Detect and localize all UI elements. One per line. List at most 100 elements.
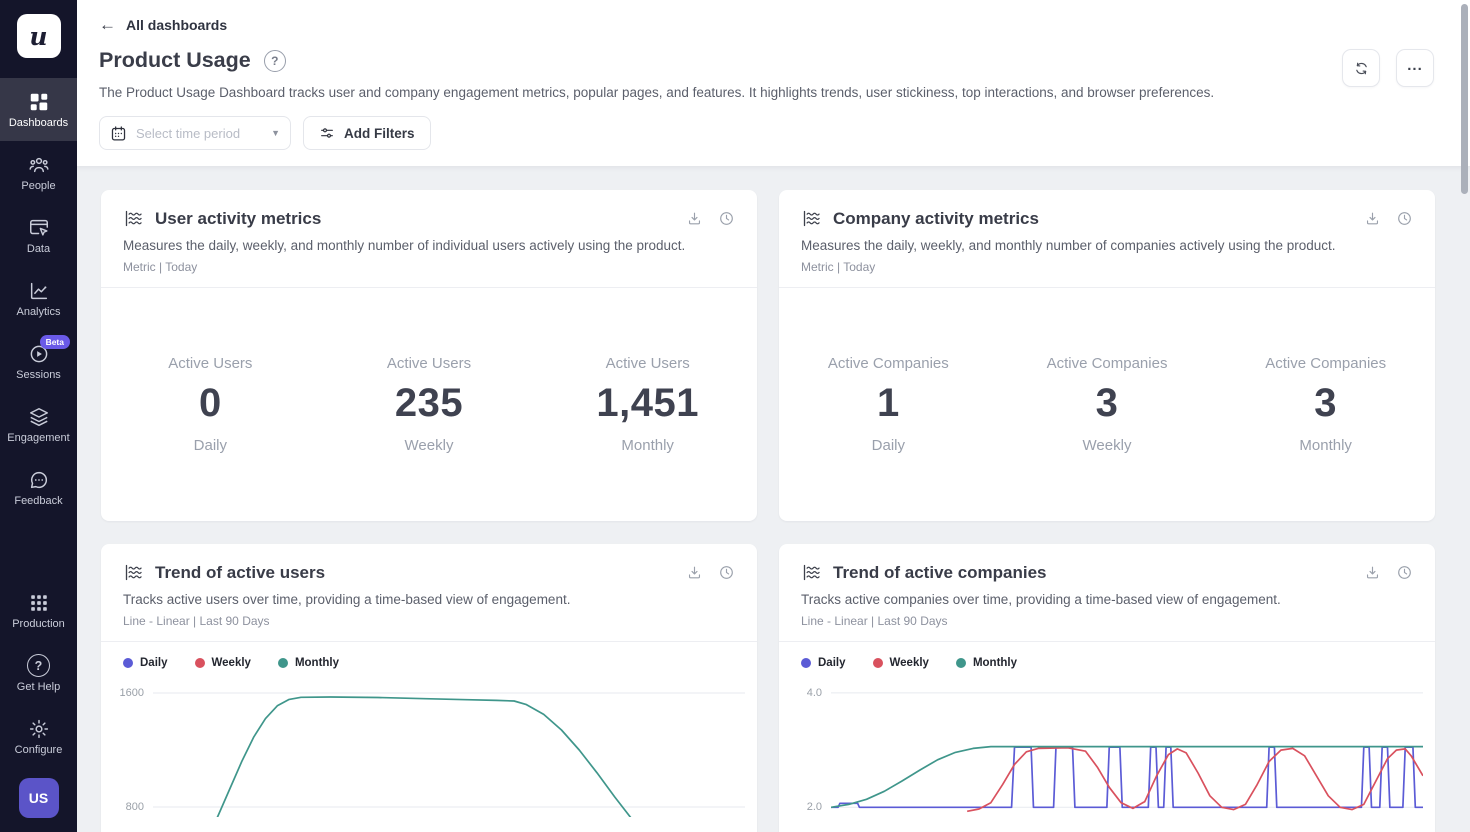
sidebar-item-configure[interactable]: Configure [0,705,77,768]
card-user-activity-metrics: User activity metrics Measures the daily… [101,190,757,521]
clock-icon[interactable] [1396,210,1413,227]
metric-value: 235 [320,381,539,426]
sidebar-item-label: Feedback [14,496,62,507]
sidebar-item-label: Engagement [7,433,69,444]
sidebar-item-label: People [21,181,55,192]
legend-item-weekly[interactable]: Weekly [195,657,251,669]
chart-plot-area[interactable] [153,682,745,817]
sidebar-item-data[interactable]: Data [0,204,77,267]
user-avatar[interactable]: US [19,778,59,818]
sidebar-item-feedback[interactable]: Feedback [0,456,77,519]
back-link[interactable]: ← All dashboards [99,16,227,33]
grid-dots-icon [28,591,50,614]
sidebar-item-label: Get Help [17,682,60,693]
card-title: Company activity metrics [833,209,1353,229]
chart-plot-area[interactable] [831,682,1423,817]
dashboard-grid-icon [28,90,50,113]
card-meta: Metric | Today [801,260,1413,274]
refresh-button[interactable] [1342,49,1380,87]
card-description: Measures the daily, weekly, and monthly … [801,238,1413,253]
clock-icon[interactable] [718,564,735,581]
metric-period: Daily [779,437,998,454]
legend-dot [801,658,811,668]
clock-icon[interactable] [1396,564,1413,581]
card-meta: Line - Linear | Last 90 Days [801,614,1413,628]
card-title: Trend of active companies [833,563,1353,583]
card-trend-active-companies: Trend of active companies Tracks active … [779,544,1435,832]
y-axis-label: 2.0 [807,801,822,813]
sidebar-item-dashboards[interactable]: Dashboards [0,78,77,141]
layers-icon [28,405,50,428]
metric-period: Weekly [998,437,1217,454]
legend-label: Monthly [295,657,339,669]
sidebar-item-sessions[interactable]: Beta Sessions [0,330,77,393]
legend-label: Weekly [212,657,251,669]
y-axis-label: 4.0 [807,687,822,699]
sidebar-item-production[interactable]: Production [0,579,77,642]
card-title: Trend of active users [155,563,675,583]
download-icon[interactable] [1364,564,1381,581]
userpilot-logo[interactable]: u [17,14,61,58]
metric-period: Monthly [538,437,757,454]
sidebar-item-get-help[interactable]: ? Get Help [0,642,77,705]
metric-weekly-active-users: Active Users 235 Weekly [320,355,539,454]
main-area: ← All dashboards Product Usage ? ... The… [77,0,1470,832]
metric-monthly-active-users: Active Users 1,451 Monthly [538,355,757,454]
legend-item-daily[interactable]: Daily [801,657,846,669]
card-meta: Metric | Today [123,260,735,274]
widget-chart-icon [123,208,144,229]
card-trend-active-users: Trend of active users Tracks active user… [101,544,757,832]
y-axis: 1600800 [101,682,153,817]
legend-label: Weekly [890,657,929,669]
legend-item-monthly[interactable]: Monthly [956,657,1017,669]
add-filters-button[interactable]: Add Filters [303,116,431,150]
metric-label: Active Companies [998,355,1217,372]
metric-period: Monthly [1216,437,1435,454]
logo-letter: u [29,24,47,49]
sidebar-item-people[interactable]: People [0,141,77,204]
more-options-button[interactable]: ... [1396,49,1434,87]
card-company-activity-metrics: Company activity metrics Measures the da… [779,190,1435,521]
card-meta: Line - Linear | Last 90 Days [123,614,735,628]
card-title: User activity metrics [155,209,675,229]
sidebar-item-label: Data [27,244,50,255]
vertical-scrollbar-thumb[interactable] [1461,4,1468,194]
chevron-down-icon: ▼ [271,128,280,138]
legend-item-monthly[interactable]: Monthly [278,657,339,669]
sidebar-item-engagement[interactable]: Engagement [0,393,77,456]
legend-dot [195,658,205,668]
download-icon[interactable] [1364,210,1381,227]
filter-sliders-icon [319,125,335,141]
metric-label: Active Companies [779,355,998,372]
metric-value: 0 [101,381,320,426]
refresh-icon [1353,60,1370,77]
legend-item-weekly[interactable]: Weekly [873,657,929,669]
chart-legend: Daily Weekly Monthly [101,642,757,678]
add-filters-label: Add Filters [344,126,415,141]
widget-chart-icon [123,562,144,583]
y-axis: 4.0 2.0 [779,682,831,817]
analytics-chart-icon [28,279,50,302]
metric-period: Weekly [320,437,539,454]
metric-value: 1 [779,381,998,426]
y-axis-label: 1600 [120,687,144,699]
dashboard-grid: User activity metrics Measures the daily… [77,166,1470,832]
clock-icon[interactable] [718,210,735,227]
sidebar-item-analytics[interactable]: Analytics [0,267,77,330]
legend-item-daily[interactable]: Daily [123,657,168,669]
metric-daily-active-companies: Active Companies 1 Daily [779,355,998,454]
time-period-select[interactable]: Select time period ▼ [99,116,291,150]
metric-value: 3 [1216,381,1435,426]
line-chart-active-users: 1600800 [101,678,757,817]
metric-label: Active Users [538,355,757,372]
ellipsis-icon: ... [1407,57,1423,80]
back-arrow-icon: ← [99,16,116,33]
time-period-placeholder: Select time period [136,126,262,141]
download-icon[interactable] [686,564,703,581]
title-help-icon[interactable]: ? [264,50,286,72]
metric-label: Active Users [101,355,320,372]
metric-daily-active-users: Active Users 0 Daily [101,355,320,454]
data-window-icon [28,216,50,239]
download-icon[interactable] [686,210,703,227]
metric-value: 1,451 [538,381,757,426]
